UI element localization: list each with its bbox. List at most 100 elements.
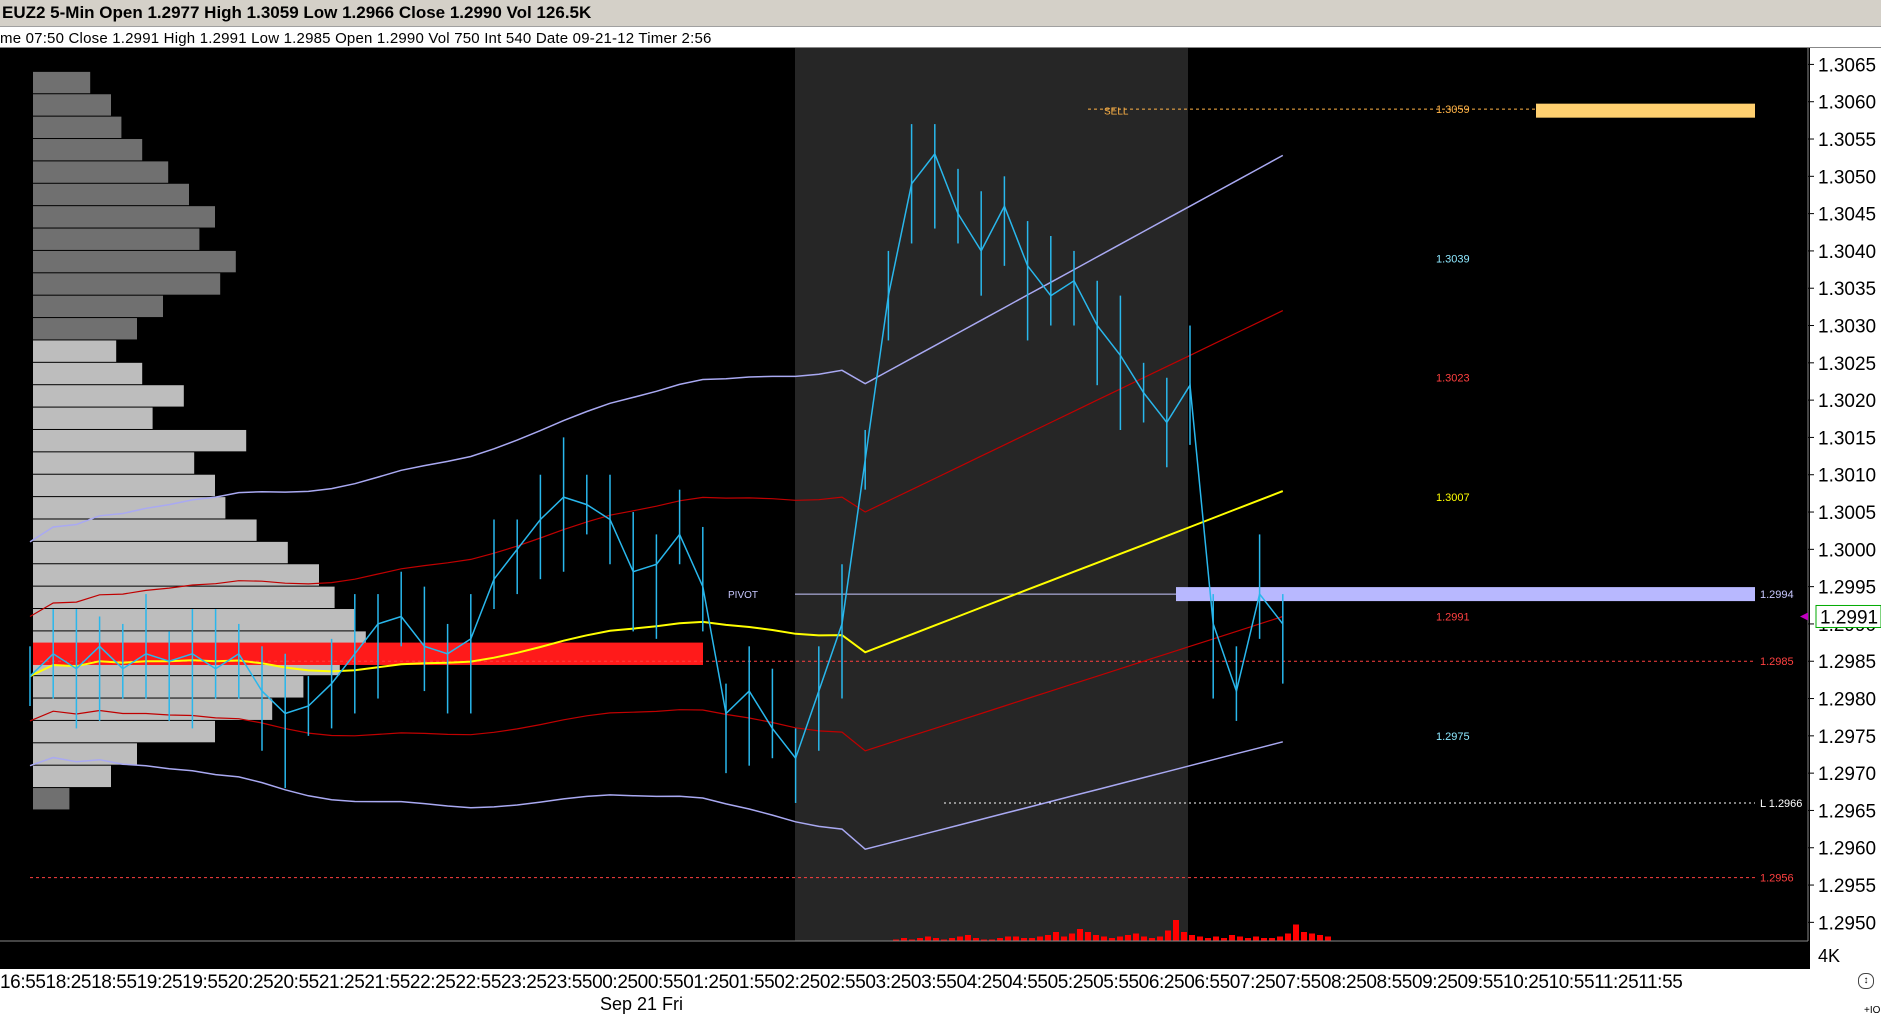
profile-bar xyxy=(33,788,70,810)
price-tick-label: 1.2970 xyxy=(1818,764,1876,785)
bar-info: me 07:50 Close 1.2991 High 1.2991 Low 1.… xyxy=(0,30,712,47)
volume-bar xyxy=(1077,929,1083,941)
profile-bar xyxy=(33,161,169,183)
profile-bar xyxy=(33,340,117,362)
scroll-corner-button[interactable]: ↕ xyxy=(1858,973,1874,989)
current-price-label: 1.2991 xyxy=(1820,607,1878,628)
volume-bar xyxy=(1277,936,1283,941)
profile-bar xyxy=(33,407,153,429)
volume-scale-label: 4K xyxy=(1818,946,1840,966)
volume-bar xyxy=(1293,924,1299,941)
profile-bar xyxy=(33,698,273,720)
volume-bar xyxy=(1181,932,1187,941)
chart-title: EUZ2 5-Min Open 1.2977 High 1.3059 Low 1… xyxy=(2,3,592,22)
volume-bar xyxy=(1053,932,1059,941)
volume-bar xyxy=(1133,933,1139,941)
profile-bar xyxy=(33,385,184,407)
volume-bar xyxy=(965,935,971,941)
profile-bar xyxy=(33,183,189,206)
profile-bar xyxy=(33,273,221,295)
volume-bar xyxy=(1013,936,1019,941)
price-tick-label: 1.3040 xyxy=(1818,242,1876,263)
volume-bar xyxy=(925,936,931,941)
volume-bar xyxy=(1069,933,1075,941)
pivot-label: PIVOT xyxy=(728,590,758,601)
price-tick-label: 1.3025 xyxy=(1818,354,1876,375)
price-tick-label: 1.2985 xyxy=(1818,652,1876,673)
volume-bar xyxy=(1253,936,1259,941)
price-tick-label: 1.3045 xyxy=(1818,205,1876,226)
time-axis[interactable]: 16:5518:2518:5519:2519:5520:2520:5521:25… xyxy=(0,969,1881,1020)
volume-bar xyxy=(957,936,963,941)
profile-bar xyxy=(33,94,111,116)
price-tick-label: 1.2955 xyxy=(1818,876,1876,897)
profile-bar xyxy=(33,228,200,250)
price-tick-label: 1.2995 xyxy=(1818,578,1876,599)
price-tick-label: 1.2980 xyxy=(1818,690,1876,711)
volume-bar xyxy=(1117,936,1123,941)
volume-bar xyxy=(1197,936,1203,941)
volume-bar xyxy=(1141,936,1147,941)
volume-bar xyxy=(1157,936,1163,941)
date-label: Sep 21 Fri xyxy=(600,994,684,1014)
price-tick-label: 1.3055 xyxy=(1818,130,1876,151)
profile-bar xyxy=(33,474,215,497)
ref-label-upper-band-1: 1.3023 xyxy=(1436,373,1470,385)
price-tick-label: 1.3050 xyxy=(1818,167,1876,188)
profile-bar xyxy=(33,609,356,631)
volume-bar xyxy=(1285,933,1291,941)
price-tick-label: 1.3020 xyxy=(1818,391,1876,412)
title-bar: EUZ2 5-Min Open 1.2977 High 1.3059 Low 1… xyxy=(0,0,1881,27)
volume-bar xyxy=(1189,935,1195,941)
session-shade xyxy=(795,48,1188,941)
volume-bar xyxy=(1301,932,1307,941)
io-label: +IO xyxy=(1864,1005,1881,1016)
profile-bar xyxy=(33,318,137,340)
ref-label-vwap: 1.3007 xyxy=(1436,492,1470,504)
volume-bar xyxy=(1173,920,1179,941)
price-tick-label: 1.2950 xyxy=(1818,913,1876,934)
price-tick-label: 1.3005 xyxy=(1818,503,1876,524)
volume-bar xyxy=(1037,936,1043,941)
volume-bar xyxy=(1061,936,1067,941)
ref-label-sell: 1.3059 xyxy=(1436,104,1470,116)
price-tick-label: 1.3060 xyxy=(1818,93,1876,114)
price-chart[interactable]: 1.3059 1.3039 1.3023 1.3007 1.2994 1.2991 1.29… xyxy=(0,48,1881,969)
volume-bar xyxy=(1317,935,1323,941)
volume-bar xyxy=(1325,936,1331,941)
price-tick-label: 1.2975 xyxy=(1818,727,1876,748)
profile-bar xyxy=(33,720,215,743)
price-tick-label: 1.3065 xyxy=(1818,55,1876,76)
volume-bar xyxy=(1093,935,1099,941)
volume-bar xyxy=(1229,935,1235,941)
sell-zone-band xyxy=(1536,103,1755,118)
price-tick-label: 1.3015 xyxy=(1818,428,1876,449)
volume-bar xyxy=(1237,936,1243,941)
profile-bar xyxy=(33,586,335,609)
ref-label-pivot: 1.2994 xyxy=(1760,589,1794,601)
sell-label: SELL xyxy=(1104,107,1129,118)
profile-bar xyxy=(33,295,163,318)
ref-label-lower-band-2: 1.2975 xyxy=(1436,731,1470,743)
volume-bar xyxy=(1101,936,1107,941)
profile-bar xyxy=(33,139,143,161)
profile-bar xyxy=(33,676,304,698)
profile-bar xyxy=(33,429,247,452)
info-bar: me 07:50 Close 1.2991 High 1.2991 Low 1.… xyxy=(0,27,1881,48)
volume-bar xyxy=(1165,930,1171,941)
volume-bar xyxy=(1045,935,1051,941)
time-tick-labels: 16:5518:2518:5519:2519:5520:2520:5521:25… xyxy=(0,972,1683,993)
profile-bar xyxy=(33,497,226,519)
ref-label-prior: 1.2985 xyxy=(1760,656,1794,668)
profile-bar xyxy=(33,362,143,385)
ref-label-low: L 1.2966 xyxy=(1760,798,1802,810)
volume-bar xyxy=(1309,933,1315,941)
volume-bar xyxy=(1005,936,1011,941)
ref-label-prior-low: 1.2956 xyxy=(1760,873,1794,885)
profile-bar xyxy=(33,116,122,139)
profile-bar xyxy=(33,250,236,273)
volume-bar xyxy=(1125,935,1131,941)
price-tick-label: 1.2965 xyxy=(1818,801,1876,822)
profile-bar xyxy=(33,541,288,564)
price-tick-label: 1.3035 xyxy=(1818,279,1876,300)
